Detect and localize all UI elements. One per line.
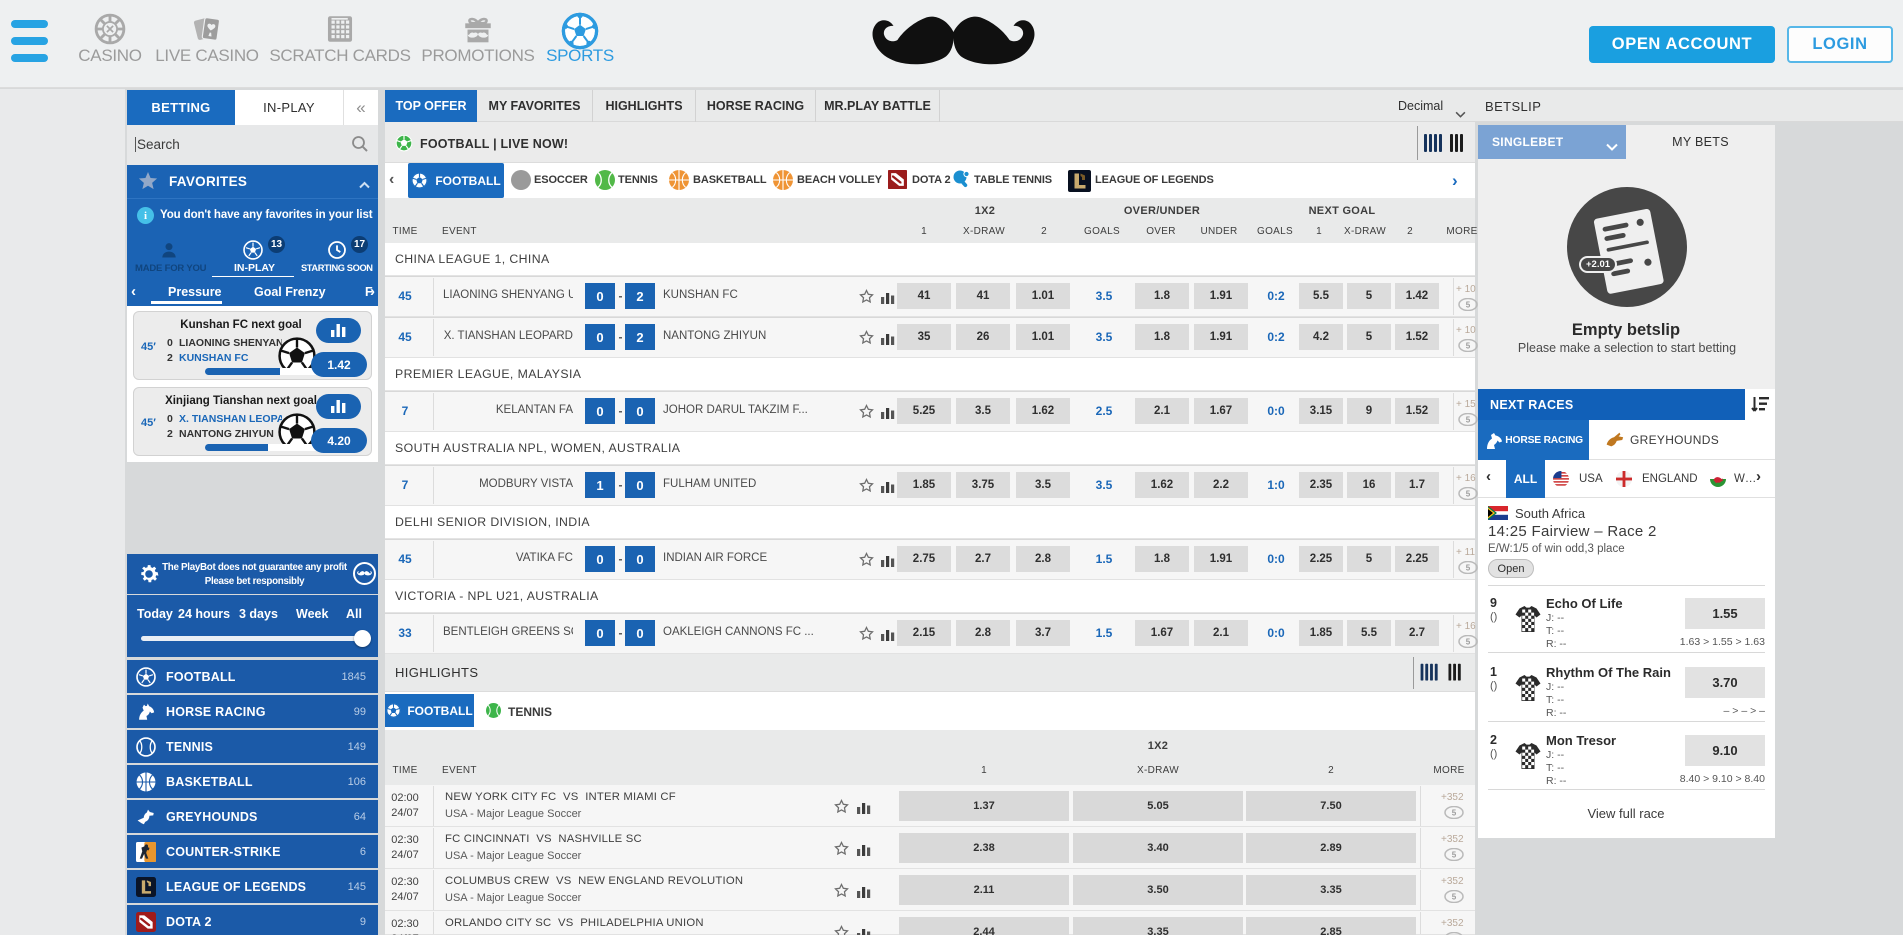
svg-text:5: 5 [1466, 342, 1471, 351]
svg-text:5: 5 [1466, 416, 1471, 425]
svg-text:5: 5 [1466, 564, 1471, 573]
svg-text:5: 5 [1466, 638, 1471, 647]
svg-text:5: 5 [1466, 301, 1471, 310]
svg-text:5: 5 [1452, 893, 1457, 902]
svg-text:5: 5 [1452, 809, 1457, 818]
svg-text:5: 5 [1452, 851, 1457, 860]
svg-text:5: 5 [1466, 490, 1471, 499]
